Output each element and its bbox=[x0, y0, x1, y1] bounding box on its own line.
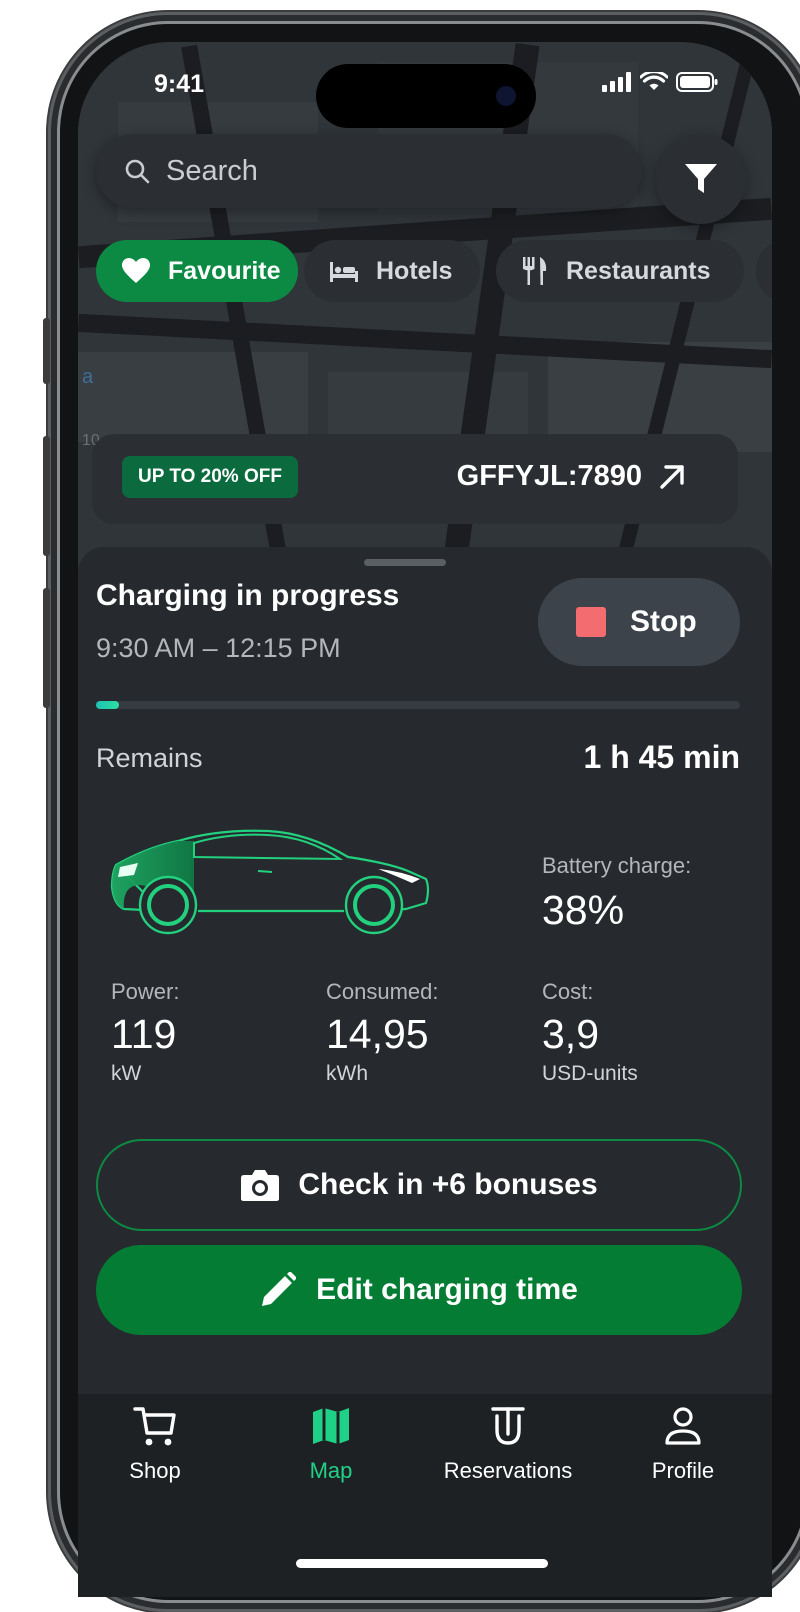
check-in-button[interactable]: Check in +6 bonuses bbox=[96, 1139, 742, 1231]
dynamic-island bbox=[316, 64, 536, 128]
battery-icon bbox=[676, 72, 718, 92]
discount-badge: UP TO 20% OFF bbox=[122, 456, 298, 498]
tab-reservations[interactable]: Reservations bbox=[433, 1404, 583, 1484]
stat-label: Power: bbox=[111, 979, 180, 1004]
stat-value: 14,95 bbox=[326, 1011, 429, 1057]
mute-switch bbox=[43, 318, 50, 384]
cart-icon bbox=[133, 1404, 177, 1448]
cost-stat: Cost: 3,9 USD-units bbox=[542, 979, 638, 1086]
tab-profile[interactable]: Profile bbox=[608, 1404, 758, 1484]
battery-charge-label: Battery charge: bbox=[542, 853, 692, 878]
status-icons bbox=[602, 72, 718, 92]
tab-shop[interactable]: Shop bbox=[80, 1404, 230, 1484]
chip-label: Hotels bbox=[376, 256, 453, 285]
remains-label: Remains bbox=[96, 743, 203, 773]
volume-up-button bbox=[43, 436, 50, 556]
user-icon bbox=[664, 1404, 702, 1448]
stat-value: 119 bbox=[111, 1011, 177, 1057]
chip-label: Favourite bbox=[168, 256, 281, 285]
tab-label: Map bbox=[309, 1458, 353, 1483]
consumed-stat: Consumed: 14,95 kWh bbox=[326, 979, 439, 1086]
stat-label: Cost: bbox=[542, 979, 594, 1004]
search-bar[interactable]: Search bbox=[96, 134, 642, 208]
stat-unit: kW bbox=[111, 1062, 142, 1085]
stat-value: 3,9 bbox=[542, 1011, 599, 1057]
chip-label: Restaurants bbox=[566, 256, 711, 285]
screen: а 10 9:41 Search Favourite Hotels Restau… bbox=[78, 42, 772, 1597]
heart-icon bbox=[122, 258, 150, 284]
bed-icon bbox=[330, 260, 358, 282]
car-illustration bbox=[110, 829, 430, 935]
edit-charging-time-button[interactable]: Edit charging time bbox=[96, 1245, 742, 1335]
tab-label: Reservations bbox=[443, 1458, 573, 1483]
home-indicator[interactable] bbox=[296, 1559, 548, 1568]
reservation-icon bbox=[491, 1404, 525, 1448]
promo-code-text: GFFYJL:7890 bbox=[456, 460, 642, 492]
arrow-up-right-icon bbox=[660, 464, 684, 489]
stat-unit: USD-units bbox=[542, 1062, 638, 1085]
tab-label: Shop bbox=[129, 1458, 181, 1483]
filter-button[interactable] bbox=[656, 134, 746, 224]
pencil-icon bbox=[262, 1272, 297, 1306]
stat-label: Consumed: bbox=[326, 979, 439, 1004]
search-placeholder: Search bbox=[166, 154, 258, 187]
check-in-label: Check in +6 bonuses bbox=[298, 1168, 598, 1201]
stop-icon bbox=[576, 607, 606, 637]
tab-map[interactable]: Map bbox=[256, 1404, 406, 1484]
camera-icon bbox=[241, 1170, 280, 1201]
chip-favourite[interactable]: Favourite bbox=[96, 240, 298, 302]
tab-label: Profile bbox=[651, 1458, 715, 1483]
sheet-handle[interactable] bbox=[364, 559, 446, 566]
charging-progress-fill bbox=[96, 701, 119, 709]
search-icon bbox=[122, 156, 152, 186]
promo-code: GFFYJL:7890 bbox=[457, 460, 686, 493]
charging-time-range: 9:30 AM – 12:15 PM bbox=[96, 633, 341, 663]
status-time: 9:41 bbox=[154, 70, 205, 98]
signal-icon bbox=[602, 72, 631, 92]
remains-value: 1 h 45 min bbox=[583, 739, 741, 775]
map-icon bbox=[312, 1404, 350, 1448]
battery-charge-value: 38% bbox=[542, 887, 625, 933]
wifi-icon bbox=[640, 72, 668, 90]
edit-charging-time-label: Edit charging time bbox=[316, 1273, 578, 1306]
charging-progress-bar bbox=[96, 701, 740, 709]
chip-restaurants[interactable]: Restaurants bbox=[496, 240, 744, 302]
stop-label: Stop bbox=[630, 605, 697, 638]
stop-button[interactable]: Stop bbox=[538, 578, 740, 666]
volume-down-button bbox=[43, 588, 50, 708]
charging-title: Charging in progress bbox=[96, 579, 400, 612]
power-stat: Power: 119 kW bbox=[111, 979, 179, 1086]
stat-unit: kWh bbox=[326, 1062, 368, 1085]
cutlery-icon bbox=[522, 257, 548, 285]
filter-icon bbox=[685, 164, 717, 193]
promo-card[interactable]: UP TO 20% OFF GFFYJL:7890 bbox=[92, 434, 738, 524]
chip-hotels[interactable]: Hotels bbox=[304, 240, 480, 302]
